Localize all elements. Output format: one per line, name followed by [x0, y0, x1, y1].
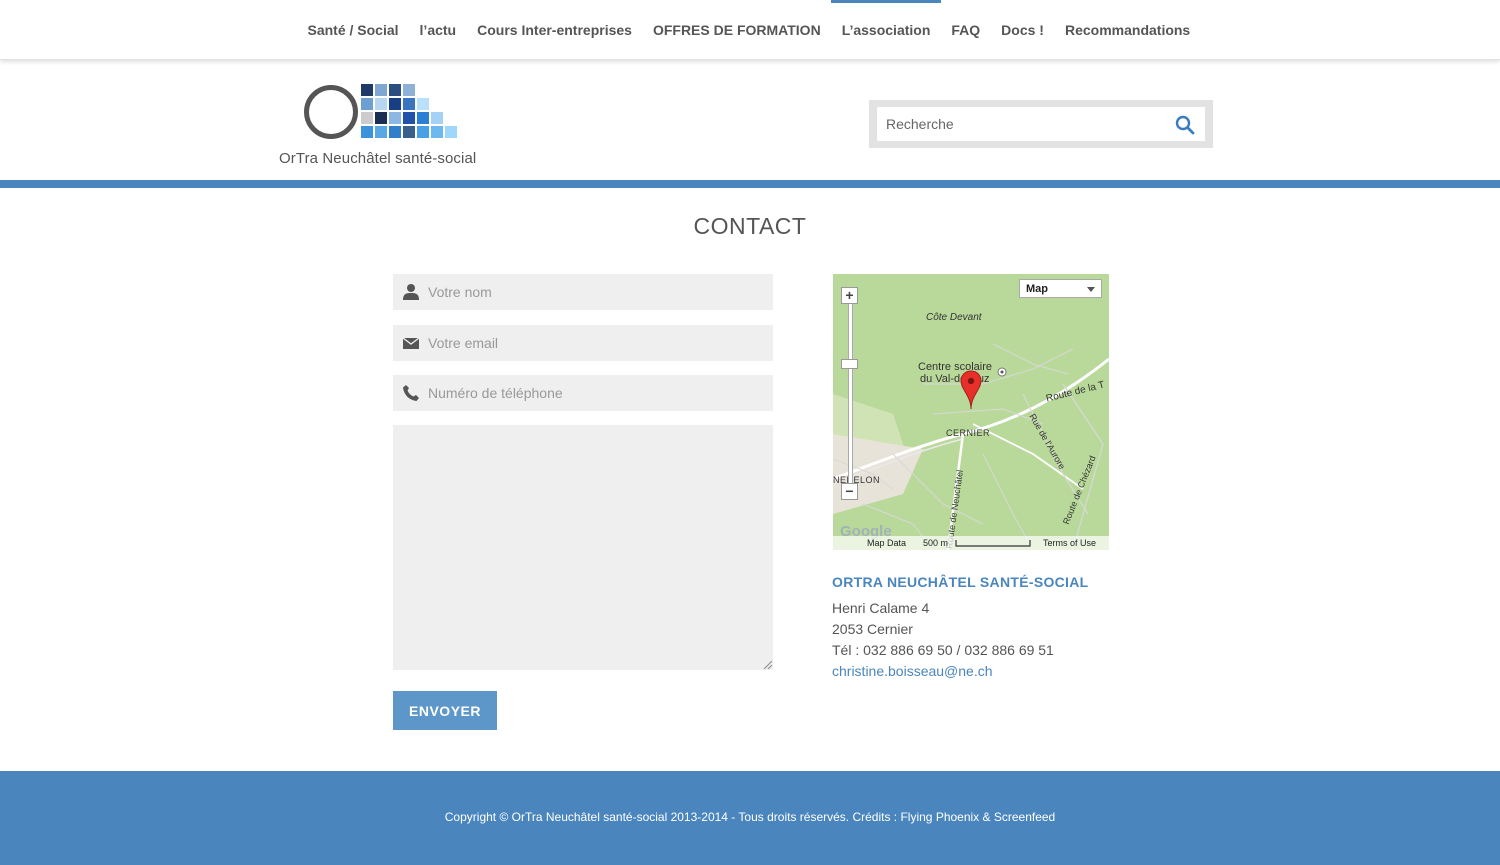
message-textarea[interactable]: [393, 425, 773, 670]
address-email-link[interactable]: christine.boisseau@ne.ch: [832, 663, 993, 679]
map-data-link[interactable]: Map Data: [867, 538, 906, 548]
poi-school-icon[interactable]: [997, 367, 1007, 377]
zoom-out-button[interactable]: −: [841, 483, 858, 500]
organization-name: ORTRA NEUCHÂTEL SANTÉ-SOCIAL: [832, 574, 1089, 590]
address-phone: Tél : 032 886 69 50 / 032 886 69 51: [832, 642, 1054, 658]
terms-of-use-link[interactable]: Terms of Use: [1043, 538, 1096, 548]
logo-squares-icon: [361, 84, 459, 140]
name-input[interactable]: [428, 274, 763, 310]
map-label-cernier: CERNIER: [946, 428, 991, 438]
main-navigation: Santé / Social l’actu Cours Inter-entrep…: [0, 0, 1500, 60]
envelope-icon: [402, 337, 420, 349]
map-attribution-bar: Map Data 500 m Terms of Use: [833, 536, 1109, 550]
logo-ring-icon: [304, 85, 358, 139]
search-box: [869, 100, 1213, 148]
phone-icon: [403, 385, 419, 401]
zoom-in-button[interactable]: +: [841, 287, 858, 304]
map-type-label: Map: [1026, 283, 1048, 295]
map-scale-label: 500 m: [923, 538, 949, 548]
location-marker-icon[interactable]: [960, 370, 982, 410]
resize-grip-icon[interactable]: [762, 659, 772, 669]
email-input[interactable]: [428, 325, 763, 361]
site-footer: Copyright © OrTra Neuchâtel santé-social…: [0, 771, 1500, 865]
nav-item-actu[interactable]: l’actu: [409, 0, 467, 59]
phone-field: [393, 375, 773, 411]
address-street: Henri Calame 4: [832, 600, 930, 616]
map-type-select[interactable]: Map: [1019, 279, 1102, 298]
site-header: OrTra Neuchâtel santé-social: [0, 60, 1500, 180]
nav-item-sante-social[interactable]: Santé / Social: [297, 0, 409, 59]
nav-item-offres-de-formation[interactable]: OFFRES DE FORMATION: [642, 0, 831, 59]
nav-item-faq[interactable]: FAQ: [941, 0, 991, 59]
nav-item-docs[interactable]: Docs !: [991, 0, 1055, 59]
page-title: CONTACT: [693, 213, 807, 239]
nav-item-cours-inter-entreprises[interactable]: Cours Inter-entreprises: [467, 0, 643, 59]
send-button[interactable]: ENVOYER: [393, 691, 497, 730]
site-logo[interactable]: OrTra Neuchâtel santé-social: [279, 82, 489, 172]
header-divider: [0, 180, 1500, 188]
nav-item-recommandations[interactable]: Recommandations: [1054, 0, 1200, 59]
search-icon[interactable]: [1174, 114, 1196, 136]
map-label-cote-devant: Côte Devant: [926, 312, 982, 323]
zoom-slider-handle[interactable]: [841, 359, 858, 369]
map-scale-bar: [955, 540, 1031, 547]
nav-list: Santé / Social l’actu Cours Inter-entrep…: [297, 0, 1201, 59]
email-field: [393, 325, 773, 361]
logo-text: OrTra Neuchâtel santé-social: [279, 150, 477, 167]
phone-input[interactable]: [428, 375, 763, 411]
location-map[interactable]: Côte Devant Centre scolaire du Val-de-Ru…: [833, 274, 1109, 550]
chevron-down-icon: [1087, 287, 1095, 292]
user-icon: [403, 284, 419, 300]
zoom-slider-track[interactable]: [848, 296, 853, 488]
nav-item-association[interactable]: L’association: [831, 0, 941, 59]
name-field: [393, 274, 773, 310]
footer-copyright: Copyright © OrTra Neuchâtel santé-social…: [444, 810, 1056, 824]
address-city: 2053 Cernier: [832, 621, 913, 637]
search-input[interactable]: [877, 107, 1205, 141]
